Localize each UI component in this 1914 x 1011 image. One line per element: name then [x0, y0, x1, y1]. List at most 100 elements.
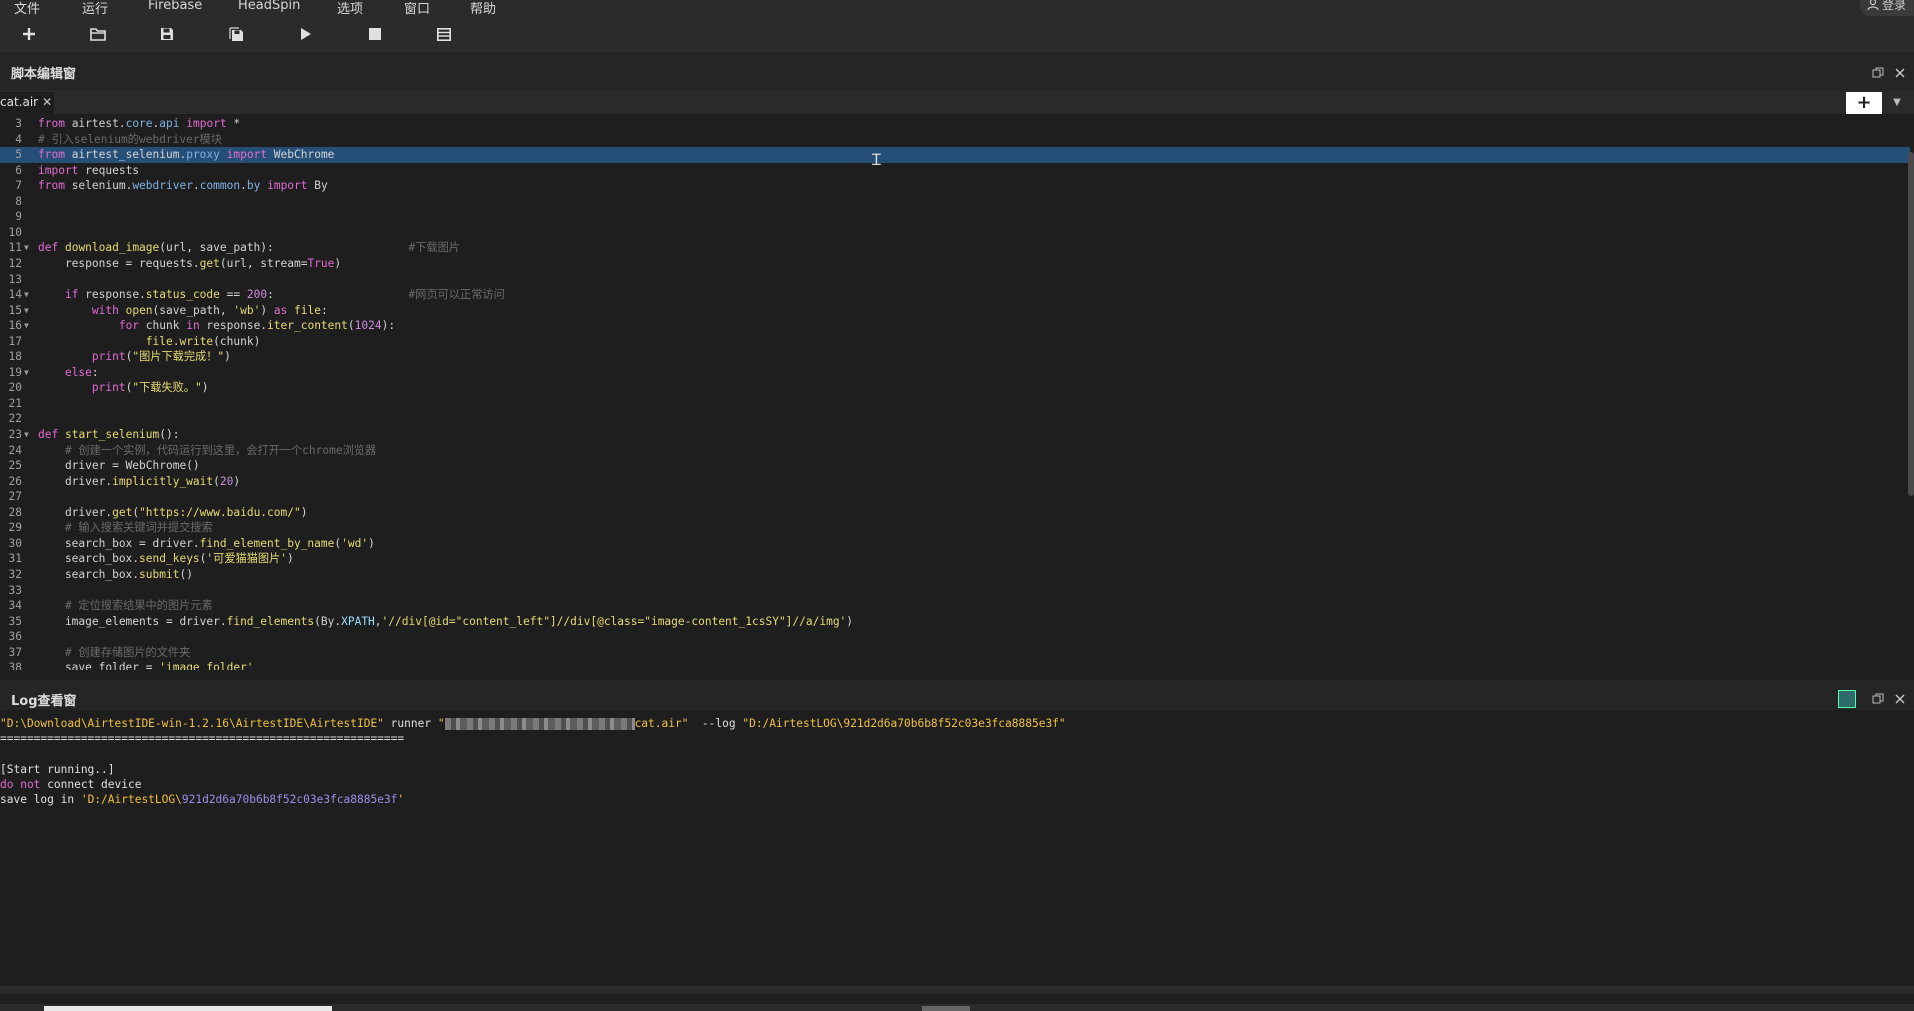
- line-number: 36: [8, 630, 22, 644]
- login-button[interactable]: 登录: [1859, 0, 1914, 16]
- code-text: save_folder = 'image_folder': [38, 661, 254, 670]
- code-line[interactable]: 32 search_box.submit(): [0, 567, 1910, 583]
- close-panel-icon[interactable]: [1894, 64, 1906, 78]
- code-text: from selenium.webdriver.common.by import…: [38, 179, 328, 193]
- code-text: search_box.submit(): [38, 567, 193, 581]
- fold-arrow-icon[interactable]: ▼: [24, 427, 29, 443]
- code-line[interactable]: 36: [0, 629, 1910, 645]
- open-button[interactable]: [88, 24, 108, 44]
- code-line[interactable]: 17 file.write(chunk): [0, 334, 1910, 350]
- code-line[interactable]: 11 ▼ def download_image(url, save_path): #…: [0, 240, 1910, 256]
- menu-help[interactable]: 帮助: [470, 0, 496, 17]
- code-text: from airtest_selenium.proxy import WebCh…: [38, 148, 335, 162]
- line-number: 9: [15, 210, 22, 224]
- code-line[interactable]: 27: [0, 489, 1910, 505]
- code-editor[interactable]: 3 from airtest.core.api import * 4 # 引入sele…: [0, 114, 1910, 670]
- view-report-button[interactable]: [434, 24, 454, 44]
- line-number: 16: [8, 319, 22, 333]
- code-line[interactable]: 24 # 创建一个实例，代码运行到这里，会打开一个chrome浏览器: [0, 443, 1910, 459]
- code-text: search_box.send_keys('可爱猫猫图片'): [38, 552, 294, 566]
- code-line[interactable]: 21: [0, 396, 1910, 412]
- code-line[interactable]: 29 # 输入搜索关键词并提交搜索: [0, 520, 1910, 536]
- tab-cat-air[interactable]: cat.air ✕: [0, 92, 55, 116]
- code-line[interactable]: 28 driver.get("https://www.baidu.com/"): [0, 505, 1910, 521]
- add-tab-button[interactable]: +: [1846, 92, 1882, 114]
- play-icon: [301, 28, 311, 40]
- line-number: 26: [8, 474, 22, 488]
- filter-icon[interactable]: [1838, 690, 1856, 708]
- code-line[interactable]: 34 # 定位搜索结果中的图片元素: [0, 598, 1910, 614]
- code-line[interactable]: 16 ▼ for chunk in response.iter_content(1…: [0, 318, 1910, 334]
- line-number: 10: [8, 225, 22, 239]
- code-line[interactable]: 9: [0, 209, 1910, 225]
- float-panel-icon[interactable]: [1872, 64, 1884, 78]
- menu-firebase[interactable]: Firebase: [148, 0, 202, 13]
- code-text: driver.get("https://www.baidu.com/"): [38, 505, 308, 519]
- menu-headspin[interactable]: HeadSpin: [238, 0, 300, 13]
- menu-file[interactable]: 文件: [14, 0, 40, 17]
- chevron-down-icon[interactable]: ▼: [1886, 92, 1908, 114]
- save-as-button[interactable]: [226, 24, 246, 44]
- code-line[interactable]: 37 # 创建存储图片的文件夹: [0, 645, 1910, 661]
- code-line[interactable]: 20 print("下载失败。"): [0, 380, 1910, 396]
- code-line[interactable]: 3 from airtest.core.api import *: [0, 116, 1910, 132]
- fold-arrow-icon[interactable]: ▼: [24, 240, 29, 256]
- code-line[interactable]: 30 search_box = driver.find_element_by_n…: [0, 536, 1910, 552]
- log-horizontal-scrollbar[interactable]: [0, 986, 1914, 994]
- line-number: 7: [15, 179, 22, 193]
- code-line[interactable]: 4 # 引入selenium的webdriver模块: [0, 132, 1910, 148]
- code-line[interactable]: 22: [0, 411, 1910, 427]
- menu-window[interactable]: 窗口: [404, 0, 430, 17]
- code-text: image_elements = driver.find_elements(By…: [38, 614, 854, 628]
- fold-arrow-icon[interactable]: ▼: [24, 318, 29, 334]
- code-line[interactable]: 15 ▼ with open(save_path, 'wb') as file:: [0, 303, 1910, 319]
- line-number: 28: [8, 505, 22, 519]
- log-command-line: "D:\Download\AirtestIDE-win-1.2.16\Airte…: [0, 717, 1066, 730]
- line-number: 15: [8, 303, 22, 317]
- line-number: 33: [8, 583, 22, 597]
- close-tab-icon[interactable]: ✕: [42, 95, 52, 109]
- run-button[interactable]: [296, 24, 316, 44]
- stop-button[interactable]: [365, 24, 385, 44]
- log-output: "D:\Download\AirtestIDE-win-1.2.16\Airte…: [0, 710, 1914, 990]
- code-line[interactable]: 23 ▼ def start_selenium():: [0, 427, 1910, 443]
- code-line[interactable]: 13: [0, 272, 1910, 288]
- new-script-button[interactable]: [19, 24, 39, 44]
- code-text: with open(save_path, 'wb') as file:: [91, 303, 328, 317]
- folder-icon: [90, 28, 106, 41]
- log-separator: ========================================…: [0, 732, 405, 745]
- menu-options[interactable]: 选项: [337, 0, 363, 17]
- code-line[interactable]: 8: [0, 194, 1910, 210]
- line-number: 20: [8, 381, 22, 395]
- log-panel-header: Log查看窗: [0, 680, 1914, 712]
- code-line[interactable]: 25 driver = WebChrome(): [0, 458, 1910, 474]
- code-text: from airtest.core.api import *: [38, 117, 241, 130]
- line-number: 31: [8, 552, 22, 566]
- code-line[interactable]: 10: [0, 225, 1910, 241]
- code-line[interactable]: 7 from selenium.webdriver.common.by impor…: [0, 178, 1910, 194]
- redacted-path: [444, 718, 635, 730]
- code-line[interactable]: 33: [0, 583, 1910, 599]
- code-line[interactable]: 19 ▼ else:: [0, 365, 1910, 381]
- close-panel-icon[interactable]: [1894, 690, 1906, 704]
- line-number: 25: [8, 459, 22, 473]
- code-line[interactable]: 18 print("图片下载完成！"): [0, 349, 1910, 365]
- code-text: # 创建存储图片的文件夹: [64, 645, 191, 659]
- code-line[interactable]: 6 import requests: [0, 163, 1910, 179]
- code-line[interactable]: 14 ▼ if response.status_code == 200: #网页可…: [0, 287, 1910, 303]
- code-line[interactable]: 38 save_folder = 'image_folder': [0, 660, 1910, 670]
- save-button[interactable]: [157, 24, 177, 44]
- code-line[interactable]: 5 from airtest_selenium.proxy import WebC…: [0, 147, 1910, 164]
- code-line[interactable]: 31 search_box.send_keys('可爱猫猫图片'): [0, 551, 1910, 567]
- editor-vertical-scrollbar[interactable]: [1908, 152, 1914, 496]
- fold-arrow-icon[interactable]: ▼: [24, 365, 29, 381]
- line-number: 6: [15, 163, 22, 177]
- fold-arrow-icon[interactable]: ▼: [24, 303, 29, 319]
- float-panel-icon[interactable]: [1872, 690, 1884, 704]
- code-text: response = requests.get(url, stream=True…: [38, 256, 342, 270]
- code-line[interactable]: 35 image_elements = driver.find_elements…: [0, 614, 1910, 630]
- menu-run[interactable]: 运行: [82, 0, 108, 17]
- fold-arrow-icon[interactable]: ▼: [24, 287, 29, 303]
- code-line[interactable]: 26 driver.implicitly_wait(20): [0, 474, 1910, 490]
- code-line[interactable]: 12 response = requests.get(url, stream=T…: [0, 256, 1910, 272]
